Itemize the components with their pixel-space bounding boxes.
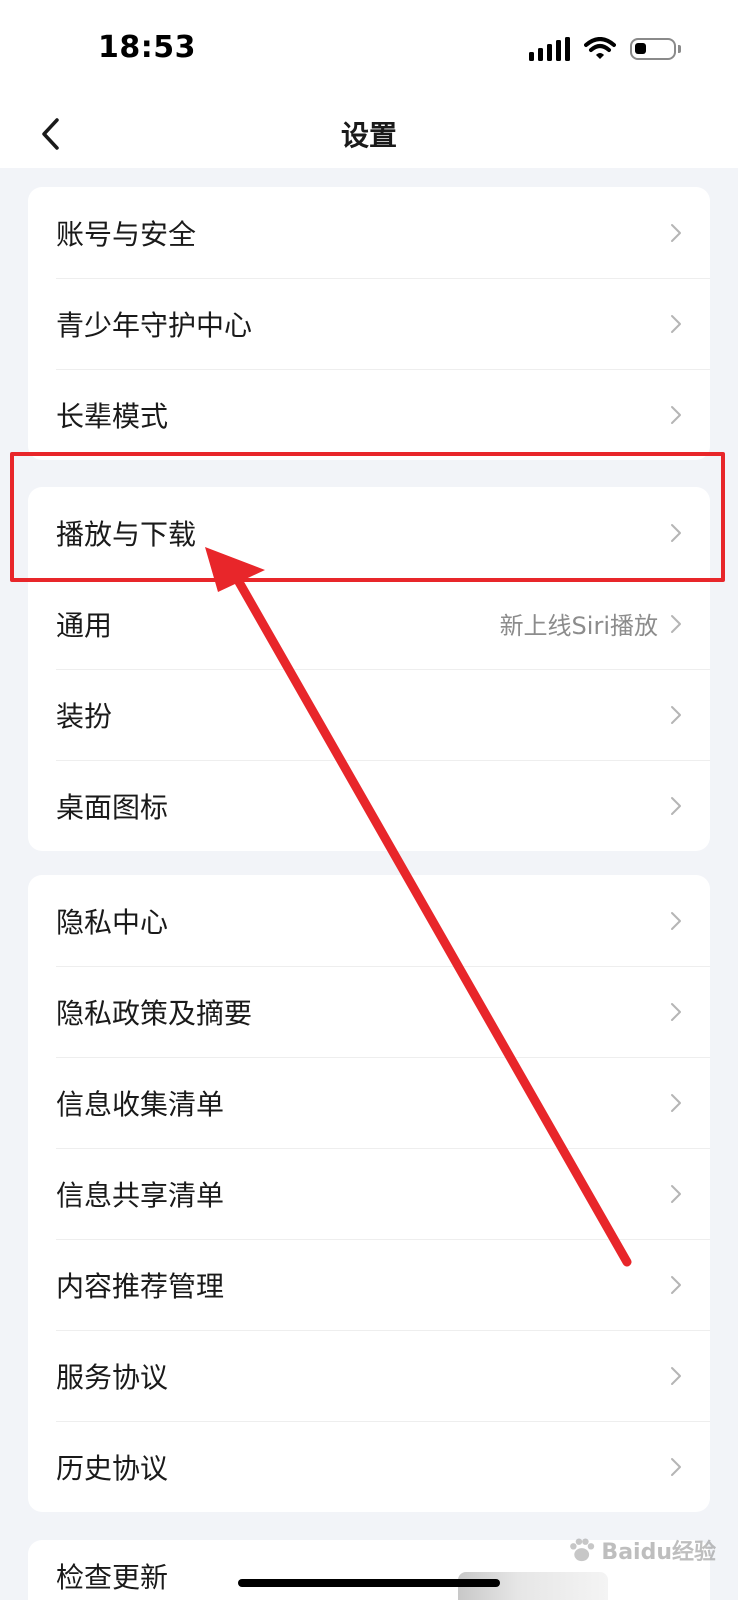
- chevron-right-icon: [670, 703, 684, 727]
- settings-item-playback-download[interactable]: 播放与下载: [28, 487, 710, 578]
- settings-item-history-agreement[interactable]: 历史协议: [28, 1421, 710, 1512]
- settings-item-privacy-center[interactable]: 隐私中心: [28, 875, 710, 966]
- chevron-right-icon: [670, 1000, 684, 1024]
- settings-item-label: 信息共享清单: [56, 1178, 225, 1212]
- settings-item-label: 通用: [56, 608, 113, 642]
- settings-item-label: 桌面图标: [56, 790, 169, 824]
- settings-item-label: 服务协议: [56, 1360, 169, 1394]
- settings-group-account: 账号与安全 青少年守护中心 长辈模式: [28, 187, 710, 460]
- chevron-right-icon: [670, 312, 684, 336]
- settings-item-label: 内容推荐管理: [56, 1269, 225, 1303]
- settings-item-desktop-icon[interactable]: 桌面图标: [28, 760, 710, 851]
- settings-item-label: 历史协议: [56, 1451, 169, 1485]
- chevron-right-icon: [670, 794, 684, 818]
- settings-item-elder-mode[interactable]: 长辈模式: [28, 369, 710, 460]
- chevron-right-icon: [670, 909, 684, 933]
- settings-item-general[interactable]: 通用 新上线Siri播放: [28, 578, 710, 669]
- chevron-right-icon: [670, 1455, 684, 1479]
- chevron-right-icon: [670, 1182, 684, 1206]
- home-indicator: [238, 1579, 500, 1587]
- settings-item-label: 账号与安全: [56, 217, 197, 251]
- chevron-right-icon: [670, 403, 684, 427]
- settings-item-info-sharing[interactable]: 信息共享清单: [28, 1148, 710, 1239]
- settings-item-content-recommendation[interactable]: 内容推荐管理: [28, 1239, 710, 1330]
- settings-item-dress-up[interactable]: 装扮: [28, 669, 710, 760]
- cellular-signal-icon: [529, 37, 570, 61]
- chevron-right-icon: [670, 221, 684, 245]
- wifi-icon: [584, 37, 616, 59]
- settings-group-privacy: 隐私中心 隐私政策及摘要 信息收集清单 信息共享清单 内容推荐管理 服务协议 历…: [28, 875, 710, 1512]
- settings-item-privacy-policy[interactable]: 隐私政策及摘要: [28, 966, 710, 1057]
- chevron-right-icon: [670, 1364, 684, 1388]
- settings-item-label: 长辈模式: [56, 399, 169, 433]
- settings-item-label: 装扮: [56, 699, 113, 733]
- settings-group-general: 播放与下载 通用 新上线Siri播放 装扮 桌面图标: [28, 487, 710, 851]
- settings-item-label: 信息收集清单: [56, 1087, 225, 1121]
- settings-item-label: 隐私政策及摘要: [56, 996, 253, 1030]
- page-title: 设置: [340, 119, 397, 152]
- chevron-right-icon: [670, 521, 684, 545]
- settings-item-label: 播放与下载: [56, 517, 197, 551]
- settings-item-label: 隐私中心: [56, 905, 169, 939]
- chevron-right-icon: [670, 1273, 684, 1297]
- settings-item-info-collection[interactable]: 信息收集清单: [28, 1057, 710, 1148]
- chevron-right-icon: [670, 1091, 684, 1115]
- status-time: 18:53: [98, 30, 196, 65]
- top-bar: 18:53 设置: [0, 0, 738, 168]
- settings-item-service-agreement[interactable]: 服务协议: [28, 1330, 710, 1421]
- settings-item-account-security[interactable]: 账号与安全: [28, 187, 710, 278]
- battery-icon: [630, 38, 681, 60]
- settings-item-value: 新上线Siri播放: [499, 612, 658, 640]
- settings-item-youth-protection[interactable]: 青少年守护中心: [28, 278, 710, 369]
- chevron-right-icon: [670, 612, 684, 636]
- settings-item-label: 青少年守护中心: [56, 308, 253, 342]
- status-icons: [529, 34, 681, 64]
